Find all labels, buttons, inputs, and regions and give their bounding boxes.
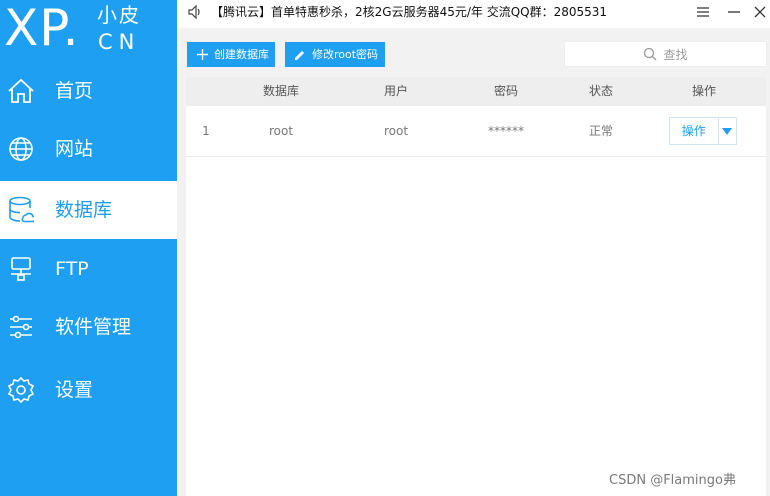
- sidebar-item-settings[interactable]: 设置: [0, 361, 177, 419]
- column-header-password: 密码: [493, 84, 518, 98]
- main-area: 【腾讯云】首单特惠秒杀，2核2G云服务器45元/年 交流QQ群：2805531 …: [177, 0, 770, 496]
- sidebar-item-home[interactable]: 首页: [0, 62, 177, 120]
- cell-user: root: [383, 124, 409, 138]
- sidebar-item-label: 网站: [55, 138, 94, 160]
- search-placeholder: 查找: [663, 47, 688, 62]
- app-logo: XP. 小皮 CN: [0, 0, 177, 62]
- modify-root-password-label: 修改root密码: [312, 48, 379, 61]
- gear-icon: [6, 375, 36, 405]
- sidebar-item-website[interactable]: 网站: [0, 120, 177, 178]
- table-header: 数据库 用户 密码 状态 操作: [186, 77, 766, 106]
- row-index: 1: [202, 124, 210, 138]
- sidebar-item-label: 设置: [55, 379, 94, 401]
- sidebar-item-software[interactable]: 软件管理: [0, 298, 177, 356]
- modify-root-password-button[interactable]: 修改root密码: [285, 42, 385, 67]
- sidebar-item-label: 软件管理: [55, 316, 132, 338]
- search-input[interactable]: 查找: [564, 41, 767, 67]
- column-header-user: 用户: [383, 84, 408, 98]
- logo-chinese-name: 小皮: [97, 3, 141, 27]
- minimize-icon[interactable]: [725, 3, 743, 21]
- column-header-database: 数据库: [262, 84, 299, 98]
- column-header-status: 状态: [588, 84, 613, 98]
- sidebar-item-database[interactable]: 数据库: [0, 181, 177, 239]
- sidebar-item-label: FTP: [55, 258, 89, 280]
- create-database-button[interactable]: 创建数据库: [187, 42, 275, 67]
- sidebar-item-label: 数据库: [55, 199, 113, 221]
- plus-icon: [195, 48, 209, 62]
- speaker-icon: [187, 4, 203, 20]
- announcement-bar: 【腾讯云】首单特惠秒杀，2核2G云服务器45元/年 交流QQ群：2805531: [177, 0, 770, 28]
- sliders-icon: [6, 312, 36, 342]
- home-icon: [6, 76, 36, 106]
- ftp-server-icon: [6, 254, 36, 284]
- logo-domain-suffix: CN: [98, 30, 141, 54]
- content-area: 创建数据库 修改root密码 查找 数据库 用户 密码 状态 操作 1 root…: [177, 28, 770, 496]
- sidebar-item-label: 首页: [55, 80, 94, 102]
- cell-database: root: [268, 124, 294, 138]
- search-icon: [643, 47, 657, 61]
- logo-xp: XP.: [4, 0, 80, 57]
- table-row: 1 root root ****** 正常 操作: [186, 106, 766, 157]
- cell-status: 正常: [588, 124, 613, 138]
- globe-icon: [6, 134, 36, 164]
- announcement-text[interactable]: 【腾讯云】首单特惠秒杀，2核2G云服务器45元/年 交流QQ群：2805531: [211, 4, 607, 20]
- cell-password: ******: [488, 124, 524, 138]
- pencil-icon: [293, 48, 307, 62]
- column-header-action: 操作: [691, 84, 716, 98]
- close-icon[interactable]: [751, 3, 769, 21]
- database-icon: [6, 195, 36, 225]
- database-table: 数据库 用户 密码 状态 操作 1 root root ****** 正常 操作: [186, 77, 766, 496]
- action-button[interactable]: 操作: [670, 118, 719, 144]
- sidebar: XP. 小皮 CN 首页 网站 数据库 FTP 软件管理 设置: [0, 0, 177, 496]
- menu-icon[interactable]: [694, 3, 712, 21]
- create-database-label: 创建数据库: [214, 48, 269, 61]
- sidebar-item-ftp[interactable]: FTP: [0, 240, 177, 298]
- watermark: CSDN @Flamingo弗: [609, 473, 736, 488]
- action-split-button: 操作: [669, 117, 737, 145]
- chevron-down-icon[interactable]: [719, 118, 736, 144]
